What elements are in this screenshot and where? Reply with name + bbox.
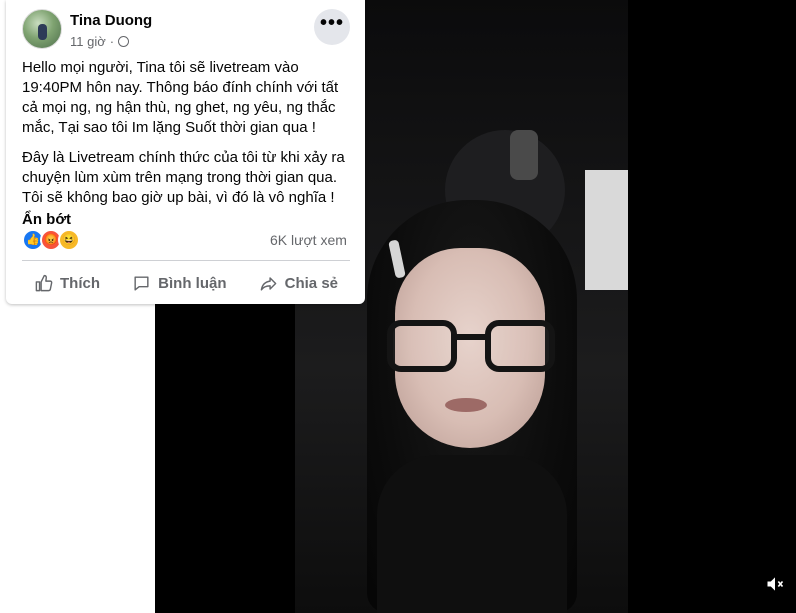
speaker-muted-icon[interactable] [760, 574, 790, 602]
left-lens [387, 320, 457, 372]
background-bottle [510, 130, 538, 180]
divider [22, 260, 350, 261]
glasses [387, 320, 557, 380]
share-button[interactable]: Chia sẻ [247, 266, 350, 300]
share-label: Chia sẻ [284, 274, 338, 292]
post-meta: 11 giờ · [70, 34, 130, 49]
shirt [377, 455, 567, 613]
right-lens [485, 320, 555, 372]
comment-button[interactable]: Bình luận [120, 266, 238, 300]
globe-icon [118, 36, 130, 47]
post-paragraph: Đây là Livetream chính thức của tôi từ k… [22, 149, 345, 206]
streamer [367, 200, 577, 613]
more-options-button[interactable]: ••• [314, 9, 350, 45]
see-less-link[interactable]: Ẩn bớt [22, 210, 352, 230]
like-button[interactable]: Thích [22, 266, 112, 300]
like-label: Thích [60, 274, 100, 292]
haha-icon: 😆 [58, 229, 80, 251]
action-bar: Thích Bình luận Chia sẻ [22, 266, 350, 300]
background-appliance [585, 170, 628, 290]
mouth [445, 398, 487, 412]
thumbs-up-icon [35, 274, 53, 291]
author-name[interactable]: Tina Duong [70, 12, 152, 29]
reactions-summary[interactable]: 👍 😡 😆 [22, 229, 80, 251]
post-text: Hello mọi người, Tina tôi sẽ livetream v… [22, 58, 352, 230]
avatar[interactable] [22, 9, 62, 49]
post-paragraph: Hello mọi người, Tina tôi sẽ livetream v… [22, 59, 339, 136]
share-icon [260, 276, 276, 291]
post-card: Tina Duong 11 giờ · ••• Hello mọi người,… [6, 0, 365, 304]
separator: · [109, 34, 115, 49]
view-count[interactable]: 6K lượt xem [270, 232, 347, 248]
glasses-bridge [455, 334, 487, 340]
comment-icon [134, 275, 149, 291]
post-time[interactable]: 11 giờ [70, 34, 106, 49]
comment-label: Bình luận [158, 274, 227, 292]
